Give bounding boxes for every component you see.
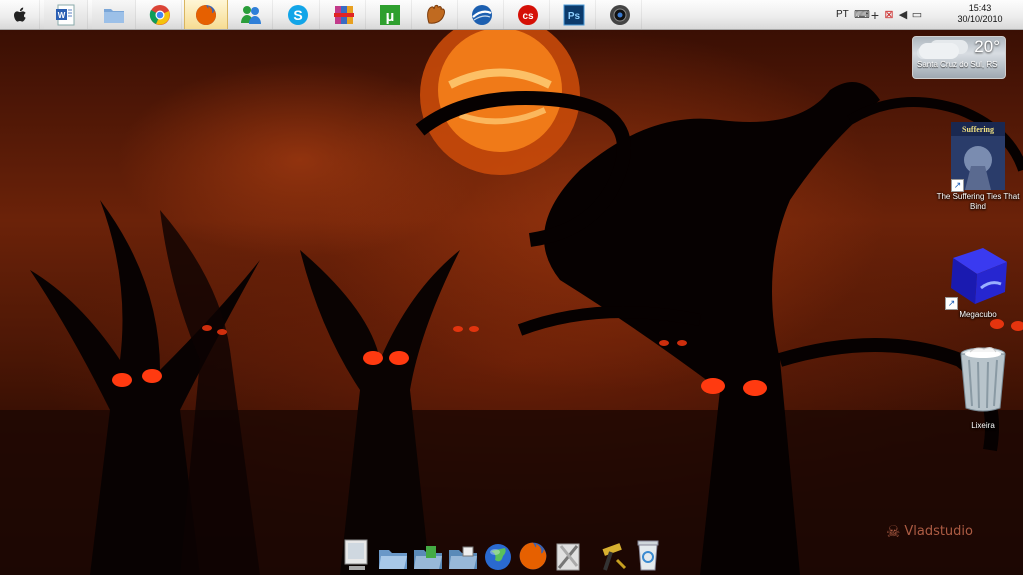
dock-item-firefox[interactable] (515, 536, 550, 572)
downloads-folder-icon (413, 546, 442, 569)
desktop-icon-lixeira[interactable]: Lixeira (941, 344, 1023, 431)
dock-item-photos-folder[interactable] (445, 536, 480, 572)
open-folder-icon (378, 550, 407, 569)
recycle-bin-icon (960, 347, 1006, 412)
taskbar-skype-button[interactable]: S (276, 0, 320, 29)
taskbar-apple-button[interactable] (0, 0, 40, 29)
weather-location: Santa Cruz do Sul, RS (917, 60, 998, 69)
monitor-icon (344, 539, 367, 570)
taskbar-lastfm-button[interactable]: cs (506, 0, 550, 29)
chrome-icon (149, 4, 170, 25)
clock[interactable]: 15:43 30/10/2010 (952, 3, 1008, 25)
taskbar-glove-button[interactable] (414, 0, 458, 29)
winrar-icon (333, 5, 354, 24)
svg-text:W: W (57, 11, 65, 20)
taskbar-utorrent-button[interactable]: µ (368, 0, 412, 29)
weather-gadget[interactable]: 20° Santa Cruz do Sul, RS (912, 36, 1006, 79)
network-error-icon[interactable]: ⊠ (882, 8, 896, 21)
dock-item-hammer[interactable] (595, 536, 630, 572)
shortcut-arrow-icon: ↗ (945, 297, 958, 310)
keyboard-icon[interactable]: ⌨ (854, 8, 870, 21)
vladstudio-watermark: ☠ Vladstudio (886, 522, 973, 541)
skull-logo-icon: ☠ (886, 522, 901, 541)
utorrent-icon: µ (379, 4, 400, 25)
desktop-icon-label: The Suffering Ties That Bind (936, 192, 1020, 211)
word-icon: W (55, 4, 74, 25)
dock-item-globe[interactable] (480, 536, 515, 572)
taskbar-google-earth-button[interactable] (460, 0, 504, 29)
language-indicator[interactable]: PT (836, 9, 854, 20)
cloud-icon (919, 43, 959, 59)
desktop-icon-the-suffering[interactable]: Suffering ↗ The Suffering Ties That Bind (936, 122, 1020, 212)
taskbar: W S µ cs Ps PT ⌨ + ⊠ ◀ ▭ 15:43 30/10/201… (0, 0, 1023, 30)
svg-text:S: S (293, 7, 302, 23)
taskbar-word-button[interactable]: W (44, 0, 88, 29)
tools-icon (556, 543, 579, 571)
webcam-icon (609, 4, 630, 25)
firefox-icon (196, 4, 216, 25)
desktop-icon-megacubo[interactable]: ↗ Megacubo (936, 244, 1020, 320)
folder-icon (103, 8, 124, 23)
desktop-icon-label: Megacubo (959, 310, 997, 319)
dock-item-open-folder[interactable] (375, 536, 410, 572)
apple-icon (13, 7, 26, 22)
desktop-wallpaper (0, 30, 1023, 575)
watermark-text: Vladstudio (904, 524, 973, 539)
taskbar-webcam-button[interactable] (598, 0, 642, 29)
dock-separator (585, 536, 595, 572)
svg-text:cs: cs (522, 11, 534, 22)
skype-icon: S (287, 4, 308, 25)
messenger-icon (240, 5, 261, 24)
halloween-trees-wallpaper (0, 30, 1023, 575)
taskbar-messenger-button[interactable] (229, 0, 273, 29)
lastfm-icon: cs (517, 4, 538, 25)
globe-icon (484, 544, 511, 570)
trash-icon (637, 540, 658, 571)
volume-icon[interactable]: ◀ (896, 8, 910, 21)
taskbar-chrome-button[interactable] (138, 0, 182, 29)
clock-date: 30/10/2010 (957, 14, 1003, 24)
firefox-icon (519, 542, 546, 570)
dock (340, 532, 665, 572)
battery-icon[interactable]: ▭ (910, 8, 924, 21)
dock-item-tools[interactable] (550, 536, 585, 572)
photos-folder-icon (448, 546, 477, 569)
shortcut-arrow-icon: ↗ (951, 179, 964, 192)
taskbar-photoshop-button[interactable]: Ps (552, 0, 596, 29)
weather-temperature: 20° (974, 37, 1000, 56)
svg-text:Suffering: Suffering (962, 125, 994, 134)
photoshop-icon: Ps (563, 4, 584, 25)
dock-item-downloads-folder[interactable] (410, 536, 445, 572)
network-plus-icon[interactable]: + (868, 7, 882, 23)
google-earth-icon (471, 4, 492, 25)
dock-item-trash[interactable] (630, 536, 665, 572)
baseball-glove-icon (426, 4, 445, 24)
svg-text:µ: µ (385, 8, 394, 25)
svg-text:Ps: Ps (567, 11, 580, 22)
taskbar-winrar-button[interactable] (322, 0, 366, 29)
desktop-icon-label: Lixeira (971, 421, 995, 430)
taskbar-explorer-button[interactable] (92, 0, 136, 29)
system-tray: PT ⌨ + ⊠ ◀ ▭ (836, 0, 924, 29)
taskbar-firefox-button[interactable] (184, 0, 228, 29)
clock-time: 15:43 (968, 3, 992, 13)
hammer-icon (602, 543, 626, 571)
dock-item-monitor[interactable] (340, 536, 375, 572)
